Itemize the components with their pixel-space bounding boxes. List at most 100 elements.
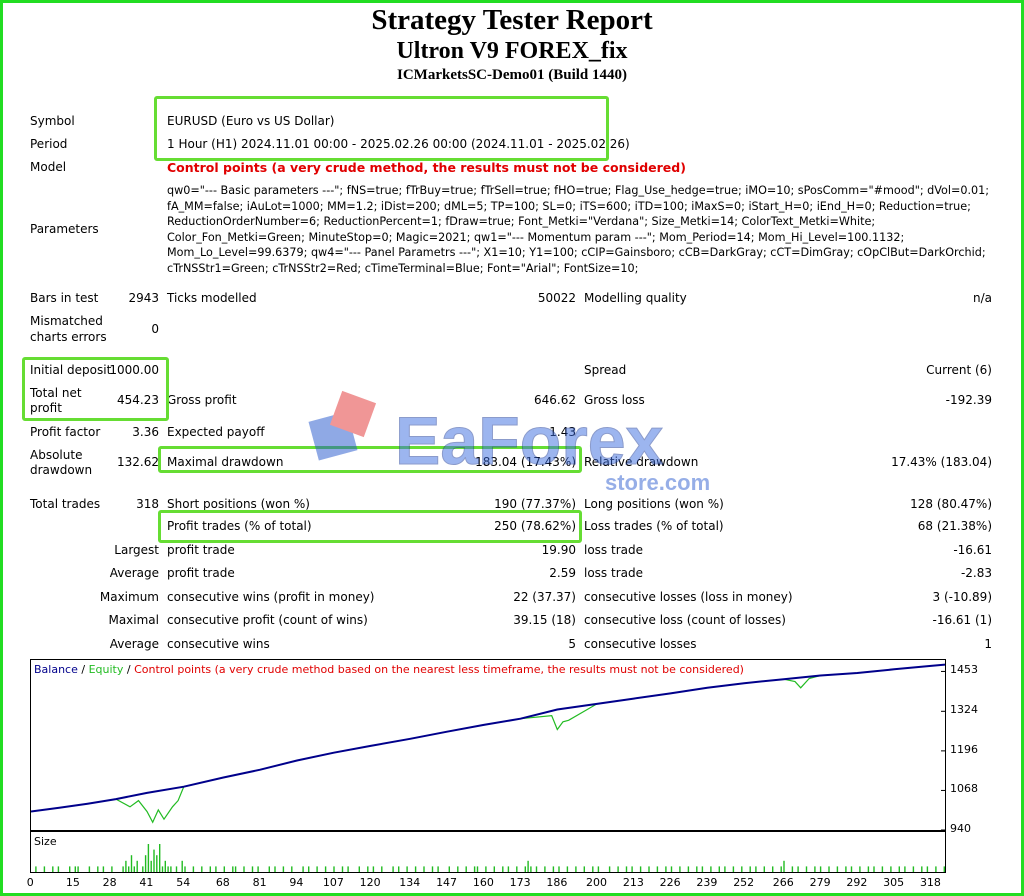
size-bar	[583, 866, 585, 872]
period-label: Period	[30, 137, 68, 151]
size-bar	[749, 866, 751, 872]
report-title: Strategy Tester Report	[371, 4, 653, 36]
size-bar	[608, 866, 611, 872]
bars-label: Bars in test	[30, 291, 99, 305]
x-tick-label: 239	[696, 876, 718, 889]
y-tick-label: 940	[950, 822, 971, 835]
size-bar	[130, 855, 133, 872]
size-chart	[30, 831, 946, 873]
equity-line	[31, 664, 945, 824]
size-bar	[457, 866, 459, 872]
size-bar	[102, 866, 105, 872]
maximal-consprofit-label: consecutive profit (count of wins)	[167, 613, 368, 627]
size-bar	[898, 866, 900, 872]
x-tick-label: 266	[772, 876, 794, 889]
size-bar	[251, 866, 254, 872]
size-bar	[167, 866, 169, 872]
profitfactor-label: Profit factor	[30, 425, 101, 439]
spread-label: Spread	[584, 363, 627, 377]
maximal-consprofit-value: 39.15 (18)	[513, 613, 576, 627]
x-tick-label: 213	[622, 876, 644, 889]
size-bar	[648, 866, 650, 872]
mismatch-label-1: Mismatched	[30, 314, 103, 328]
y-tick-label: 1068	[950, 782, 978, 796]
avg-conslosses-label: consecutive losses	[584, 637, 697, 651]
totaltrades-label: Total trades	[30, 497, 101, 511]
ticks-value: 50022	[537, 291, 576, 305]
size-bar	[181, 860, 183, 872]
size-bar	[791, 866, 794, 872]
size-bar	[732, 866, 735, 872]
totaltrades-value: 318	[136, 497, 159, 511]
spread-value: Current (6)	[926, 363, 992, 377]
absdrawdown-value: 132.62	[117, 455, 159, 469]
losstrades-value: 68 (21.38%)	[917, 519, 992, 533]
average-label: Average	[109, 566, 159, 580]
size-bar	[566, 866, 569, 872]
avg-conswins-value: 5	[568, 637, 576, 651]
size-bar	[943, 866, 945, 872]
size-bar	[291, 866, 293, 872]
size-bar	[516, 866, 518, 872]
size-bar	[873, 866, 875, 872]
size-bar	[125, 860, 127, 872]
size-bar	[35, 866, 37, 872]
x-tick-label: 54	[176, 876, 191, 889]
highlight-symbol-period	[154, 96, 609, 161]
size-bar	[111, 866, 113, 872]
size-bar	[333, 866, 335, 872]
max-conslosses-label: consecutive losses (loss in money)	[584, 590, 793, 604]
size-bar	[147, 844, 150, 872]
size-bar	[192, 866, 195, 872]
legend-control-points: Control points (a very crude method base…	[134, 663, 744, 676]
size-bar	[142, 866, 144, 872]
avg-conswins-label: consecutive wins	[167, 637, 270, 651]
maximal-label: Maximal	[108, 613, 159, 627]
grossloss-value: -192.39	[945, 393, 992, 407]
size-bar	[423, 866, 425, 872]
x-tick-label: 120	[359, 876, 381, 889]
size-bar	[308, 866, 310, 872]
size-bar	[558, 866, 560, 872]
parameters-label: Parameters	[30, 222, 99, 236]
size-bar	[161, 866, 164, 872]
size-bar	[755, 866, 757, 872]
x-tick-label: 173	[509, 876, 531, 889]
quality-value: n/a	[972, 291, 992, 305]
size-bar	[406, 866, 408, 872]
server-build: ICMarketsSC-Demo01 (Build 1440)	[397, 67, 627, 83]
size-bar	[128, 866, 130, 872]
size-bar	[805, 866, 808, 872]
size-bar	[741, 866, 743, 872]
expectedpayoff-value: 1.43	[549, 425, 576, 439]
reldrawdown-label: Relative drawdown	[584, 455, 699, 469]
size-bar	[524, 866, 526, 872]
size-bar	[665, 866, 667, 872]
balance-equity-chart	[30, 659, 946, 831]
size-bar	[527, 860, 529, 872]
size-bar	[631, 866, 633, 872]
largest-profit-value: 19.90	[541, 543, 576, 557]
x-tick-label: 41	[139, 876, 154, 889]
long-value: 128 (80.47%)	[910, 497, 992, 511]
size-bar	[617, 866, 619, 872]
x-tick-label: 81	[252, 876, 267, 889]
size-bar	[243, 866, 245, 872]
max-conslosses-value: 3 (-10.89)	[932, 590, 993, 604]
size-bar	[358, 866, 360, 872]
max-conswins-label: consecutive wins (profit in money)	[167, 590, 375, 604]
x-tick-label: 147	[436, 876, 458, 889]
size-bar	[43, 866, 46, 872]
size-bar	[850, 866, 853, 872]
size-bar	[493, 866, 495, 872]
size-bar	[170, 866, 172, 872]
average-profit-value: 2.59	[549, 566, 576, 580]
size-bar	[502, 866, 504, 872]
size-bar	[507, 866, 510, 872]
size-bar	[679, 866, 681, 872]
grossprofit-value: 646.62	[534, 393, 576, 407]
size-bar	[209, 866, 211, 872]
size-bar	[912, 866, 915, 872]
size-bar	[184, 866, 186, 872]
size-bar	[398, 866, 400, 872]
